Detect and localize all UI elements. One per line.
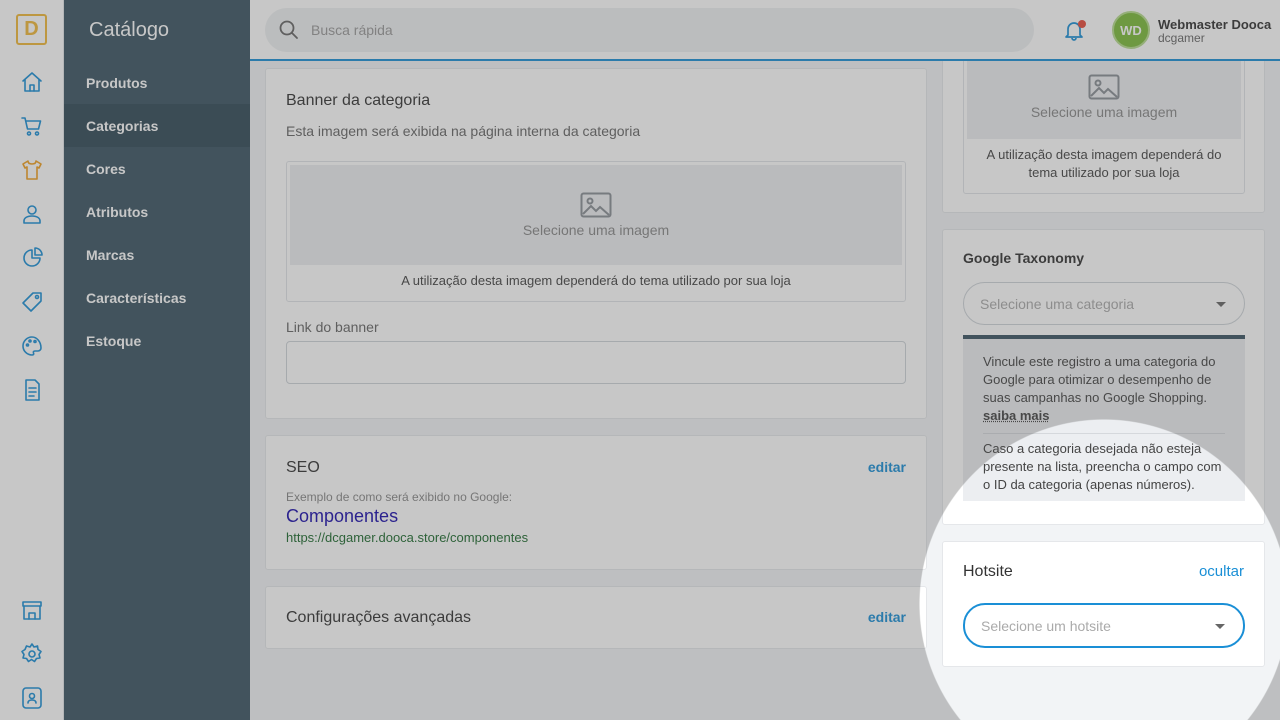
cart-icon[interactable] <box>20 114 44 138</box>
gear-icon[interactable] <box>20 642 44 666</box>
learn-more-link[interactable]: saiba mais <box>983 408 1050 423</box>
document-icon[interactable] <box>20 378 44 402</box>
shirt-icon[interactable] <box>20 158 44 182</box>
sidebar-item-categorias[interactable]: Categorias <box>64 104 250 147</box>
notification-badge <box>1078 20 1086 28</box>
customer-icon[interactable] <box>20 202 44 226</box>
catalog-sidebar: Catálogo Produtos Categorias Cores Atrib… <box>64 0 250 720</box>
select-placeholder: Selecione uma categoria <box>980 295 1135 312</box>
google-category-select[interactable]: Selecione uma categoria <box>963 282 1245 325</box>
sidebar-title: Catálogo <box>89 19 170 41</box>
google-preview-label: Exemplo de como será exibido no Google: <box>286 490 513 504</box>
avatar[interactable]: WD <box>1112 11 1150 49</box>
google-taxonomy-info: Vincule este registro a uma categoria do… <box>963 335 1245 501</box>
google-preview-title: Componentes <box>286 506 399 526</box>
link-banner-input[interactable] <box>286 341 906 384</box>
seo-title: SEO <box>286 459 320 476</box>
side-image-dropzone[interactable]: Selecione uma imagem A utilização desta … <box>963 51 1245 194</box>
chevron-down-icon <box>1215 623 1225 629</box>
hotsite-select[interactable]: Selecione um hotsite <box>963 603 1245 648</box>
search-icon <box>279 20 298 39</box>
dooca-logo[interactable]: D <box>16 14 47 45</box>
advanced-card: Configurações avançadas editar <box>265 586 927 649</box>
link-banner-label: Link do banner <box>286 319 379 335</box>
image-icon <box>580 192 612 218</box>
hotsite-hide-button[interactable]: ocultar <box>1199 563 1244 580</box>
lock-icon[interactable] <box>20 686 44 710</box>
select-placeholder: Selecione um hotsite <box>981 617 1111 634</box>
sidebar-item-atributos[interactable]: Atributos <box>64 190 250 233</box>
banner-title: Banner da categoria <box>286 92 431 109</box>
chevron-down-icon <box>1216 301 1226 307</box>
google-taxonomy-card: Google Taxonomy Selecione uma categoria … <box>942 229 1265 525</box>
search-input[interactable] <box>311 8 1011 52</box>
banner-image-dropzone[interactable]: Selecione uma imagem A utilização desta … <box>286 161 906 302</box>
chart-icon[interactable] <box>20 246 44 270</box>
hotsite-card: Hotsite ocultar Selecione um hotsite <box>942 541 1265 667</box>
palette-icon[interactable] <box>20 334 44 358</box>
google-preview-url: https://dcgamer.dooca.store/componentes <box>286 530 529 545</box>
icon-rail: D <box>0 0 64 720</box>
select-image-label: Selecione uma imagem <box>1030 104 1178 120</box>
sidebar-item-caracteristicas[interactable]: Características <box>64 276 250 319</box>
sidebar-item-cores[interactable]: Cores <box>64 147 250 190</box>
hotsite-title: Hotsite <box>963 563 1013 580</box>
banner-card: Banner da categoria Esta imagem será exi… <box>265 68 927 419</box>
seo-card: SEO editar Exemplo de como será exibido … <box>265 435 927 570</box>
home-icon[interactable] <box>20 70 44 94</box>
sidebar-item-estoque[interactable]: Estoque <box>64 319 250 362</box>
google-taxonomy-title: Google Taxonomy <box>963 250 1085 266</box>
select-image-label: Selecione uma imagem <box>522 222 670 238</box>
image-icon <box>1088 74 1120 100</box>
info-text-2: Caso a categoria desejada não esteja pre… <box>983 433 1225 494</box>
banner-subtitle: Esta imagem será exibida na página inter… <box>286 123 641 139</box>
advanced-title: Configurações avançadas <box>286 609 472 626</box>
topbar: WD Webmaster Dooca dcgamer <box>250 0 1280 61</box>
user-name[interactable]: Webmaster Dooca <box>1158 17 1271 32</box>
quick-search[interactable] <box>265 8 1034 52</box>
sidebar-item-produtos[interactable]: Produtos <box>64 61 250 104</box>
advanced-edit-button[interactable]: editar <box>868 609 906 625</box>
sidebar-item-marcas[interactable]: Marcas <box>64 233 250 276</box>
image-note: A utilização desta imagem dependerá do t… <box>986 147 1222 180</box>
user-store: dcgamer <box>1158 31 1205 45</box>
tag-icon[interactable] <box>20 290 44 314</box>
info-text: Vincule este registro a uma categoria do… <box>983 354 1216 405</box>
seo-edit-button[interactable]: editar <box>868 459 906 475</box>
side-image-card: Selecione uma imagem A utilização desta … <box>942 40 1265 213</box>
image-note: A utilização desta imagem dependerá do t… <box>401 273 791 288</box>
store-icon[interactable] <box>20 598 44 622</box>
